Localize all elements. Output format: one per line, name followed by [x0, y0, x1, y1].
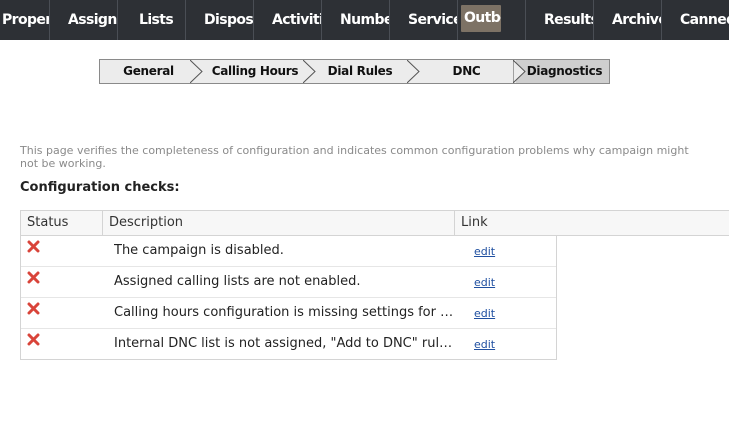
- tab-label: Results: [544, 12, 594, 28]
- intro-text: This page verifies the completeness of c…: [20, 144, 689, 170]
- tab-results[interactable]: Results: [526, 0, 594, 40]
- tab-assignment[interactable]: Assignment: [50, 0, 118, 40]
- wizard-step-dnc[interactable]: DNC: [414, 60, 519, 83]
- wizard-step-label: Calling Hours: [211, 64, 299, 78]
- tab-label: Archive: [612, 12, 662, 28]
- wizard-step-label: Dial Rules: [327, 64, 393, 78]
- step-arrow-icon: [190, 60, 203, 83]
- tab-archive[interactable]: Archive: [594, 0, 662, 40]
- column-header-link[interactable]: Link: [461, 211, 488, 235]
- tab-label: Outbound: [461, 5, 501, 32]
- wizard-step-label: DNC: [452, 64, 481, 78]
- section-title: Configuration checks:: [20, 180, 180, 195]
- wizard-step-general[interactable]: General: [100, 60, 197, 83]
- tab-label: Activities: [272, 12, 321, 28]
- grid-header: Status Description Link: [21, 211, 556, 236]
- wizard-step-calling-hours[interactable]: Calling Hours: [204, 60, 306, 83]
- tab-label: Assignment: [68, 12, 117, 28]
- x-icon: [27, 240, 40, 253]
- edit-link[interactable]: edit: [474, 338, 495, 351]
- row-description: Assigned calling lists are not enabled.: [114, 274, 361, 289]
- x-icon: [27, 333, 40, 346]
- tab-label: Dispositions: [204, 12, 254, 28]
- tab-label: Lists: [139, 12, 174, 28]
- x-icon: [27, 271, 40, 284]
- top-nav: Proper Assignment Lists Dispositions Act…: [0, 0, 729, 40]
- row-description: Internal DNC list is not assigned, "Add …: [114, 336, 454, 351]
- wizard-step-label: General: [123, 64, 174, 78]
- wizard-steps: General Calling Hours Dial Rules DNC Dia…: [99, 59, 610, 84]
- row-description: The campaign is disabled.: [114, 243, 284, 258]
- tab-dispositions[interactable]: Dispositions: [186, 0, 254, 40]
- tab-outbound[interactable]: Outbound: [458, 0, 526, 40]
- column-header-description[interactable]: Description: [109, 211, 183, 235]
- table-row: Internal DNC list is not assigned, "Add …: [21, 329, 556, 359]
- tab-label: Numbers: [340, 12, 389, 28]
- edit-link[interactable]: edit: [474, 307, 495, 320]
- wizard-step-label: Diagnostics: [526, 64, 603, 78]
- edit-link[interactable]: edit: [474, 245, 495, 258]
- grid-header-filler: [556, 210, 729, 236]
- column-divider: [102, 211, 103, 235]
- tab-numbers[interactable]: Numbers: [322, 0, 390, 40]
- column-header-status[interactable]: Status: [27, 211, 68, 235]
- tab-lists[interactable]: Lists: [118, 0, 186, 40]
- tab-services[interactable]: Services: [390, 0, 458, 40]
- tab-canned[interactable]: Canned: [662, 0, 729, 40]
- edit-link[interactable]: edit: [474, 276, 495, 289]
- column-divider: [454, 211, 455, 235]
- tab-properties[interactable]: Proper: [0, 0, 50, 40]
- x-icon: [27, 302, 40, 315]
- row-description: Calling hours configuration is missing s…: [114, 305, 454, 320]
- tab-label: Proper: [2, 12, 50, 28]
- wizard-step-diagnostics[interactable]: Diagnostics: [516, 60, 609, 83]
- tab-label: Canned: [680, 12, 729, 28]
- table-row: The campaign is disabled. edit: [21, 236, 556, 267]
- step-arrow-icon: [513, 60, 526, 83]
- wizard-step-dial-rules[interactable]: Dial Rules: [310, 60, 410, 83]
- table-row: Calling hours configuration is missing s…: [21, 298, 556, 329]
- tab-label: Services: [408, 12, 457, 28]
- table-row: Assigned calling lists are not enabled. …: [21, 267, 556, 298]
- tab-activities[interactable]: Activities: [254, 0, 322, 40]
